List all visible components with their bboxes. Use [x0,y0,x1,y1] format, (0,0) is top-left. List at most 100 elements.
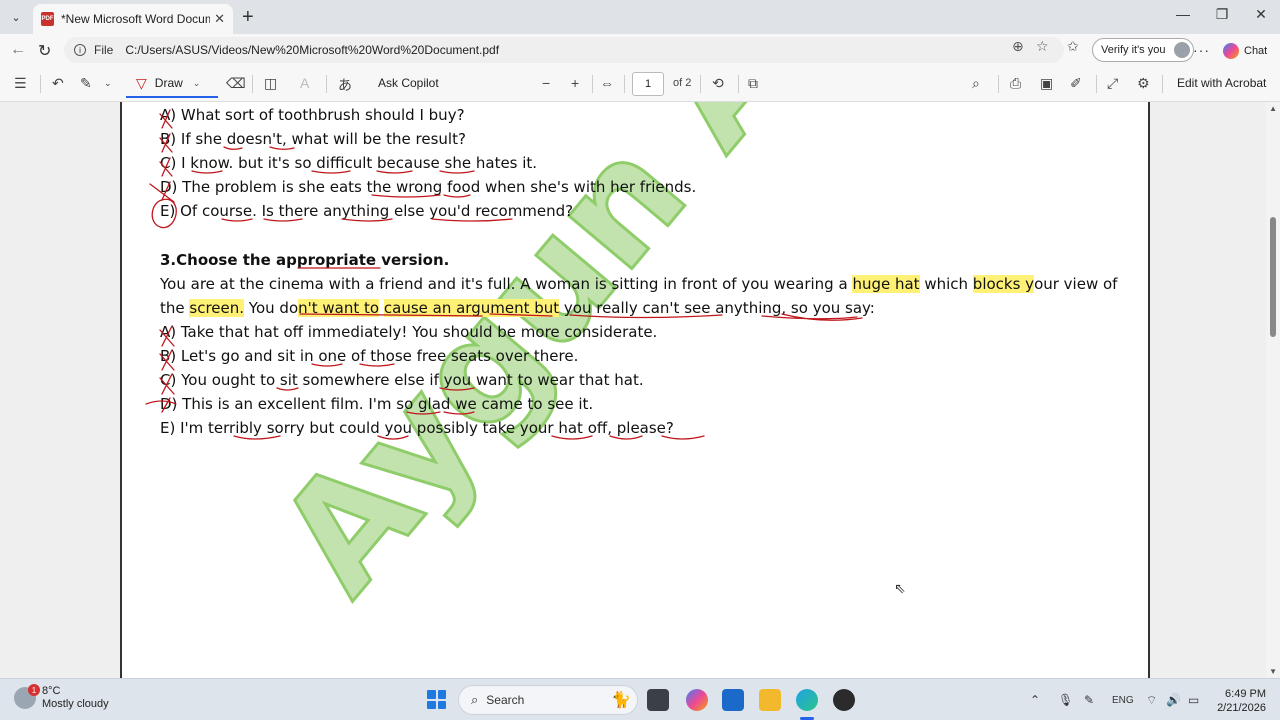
maximize-button[interactable]: ❐ [1207,6,1237,23]
search-label: Search [486,693,525,707]
edge-browser-icon[interactable] [796,689,818,711]
weather-widget[interactable]: 1 8°C Mostly cloudy [14,684,109,711]
pdf-file-icon: PDF [41,12,54,26]
fullscreen-icon[interactable]: ⤢ [1107,75,1118,92]
scroll-up-arrow-icon[interactable]: ▲ [1269,104,1277,113]
profile-avatar [1174,42,1191,58]
verify-label: Verify it's you [1101,44,1166,56]
minimize-button[interactable]: — [1168,6,1198,22]
tab-title: *New Microsoft Word Document.pdf [61,12,211,26]
back-arrow-icon[interactable]: ← [10,41,26,59]
q3-option-a: A) Take that hat off immediately! You sh… [160,323,658,341]
translate-icon[interactable]: あ [338,75,352,95]
address-input[interactable]: i File C:/Users/ASUS/Videos/New%20Micros… [64,37,1064,63]
store-icon[interactable] [722,689,744,711]
obs-icon[interactable] [833,689,855,711]
refresh-icon[interactable]: ↻ [38,41,51,61]
page-view-icon[interactable]: ⧉ [748,75,758,92]
zoom-in-icon[interactable]: + [571,75,579,91]
battery-icon[interactable]: ▭ [1188,693,1199,707]
highlight-icon[interactable]: ✎ [80,75,92,92]
draw-chevron-down-icon[interactable]: ⌄ [193,78,201,89]
q2-option-c: C) I know. but it's so difficult because… [160,154,538,172]
save-icon[interactable]: ▣ [1040,75,1053,92]
clock[interactable]: 6:49 PM 2/21/2026 [1214,687,1266,715]
new-tab-button[interactable]: + [242,7,254,27]
highlight-chevron-down-icon[interactable]: ⌄ [104,78,112,89]
print-icon[interactable]: ⎙ [1010,75,1021,92]
wifi-icon[interactable]: ⌔ [1146,693,1157,708]
favorite-star-icon[interactable]: ☆ [1036,38,1049,55]
taskbar: 1 8°C Mostly cloudy ⌕ Search 🐈 ⌃ 🎙 ✎ ENG… [0,678,1280,720]
draw-label: Draw [154,76,183,90]
highlight: screen. [189,299,245,317]
contents-list-icon[interactable]: ☰ [14,75,27,92]
rotate-icon[interactable]: ⟲ [712,75,724,92]
file-explorer-icon[interactable] [759,689,781,711]
q3-option-c: C) You ought to sit somewhere else if yo… [160,371,644,389]
mouse-cursor-icon: ⇖ [894,580,906,596]
info-icon[interactable]: i [74,44,86,56]
chat-label: Chat [1244,45,1268,57]
eraser-icon[interactable]: ⌫ [226,75,246,92]
add-text-icon[interactable]: ◫ [264,75,277,92]
q3-option-e: E) I'm terribly sorry but could you poss… [160,419,674,437]
address-bar-row: ← ↻ i File C:/Users/ASUS/Videos/New%20Mi… [0,34,1280,66]
edit-with-acrobat-button[interactable]: Edit with Acrobat [1177,76,1266,90]
clock-date: 2/21/2026 [1217,702,1266,714]
tab-active[interactable]: PDF *New Microsoft Word Document.pdf ✕ [33,4,233,34]
favorites-list-icon[interactable]: ✩ [1067,38,1079,55]
page-number-input[interactable]: 1 [632,72,664,96]
zoom-icon[interactable]: ⊕ [1012,38,1024,55]
tab-actions-menu-button[interactable]: ⌄ [6,7,26,27]
windows-start-icon[interactable] [427,690,446,709]
q3-prompt-line-2: the screen. You don't want to cause an a… [160,299,875,317]
url-text[interactable]: C:/Users/ASUS/Videos/New%20Microsoft%20W… [125,43,499,57]
copilot-icon [1223,43,1239,59]
volume-icon[interactable]: 🔊 [1166,693,1181,707]
scroll-down-arrow-icon[interactable]: ▼ [1269,667,1277,676]
fit-page-icon[interactable]: ⇔ [600,75,614,91]
q3-prompt-line-1: You are at the cinema with a friend and … [160,275,1118,293]
file-scheme-label: File [94,43,114,57]
draw-button[interactable]: ▽ Draw ⌄ [126,70,218,98]
close-window-button[interactable]: ✕ [1246,6,1276,23]
q3-option-b: B) Let's go and sit in one of those free… [160,347,579,365]
weather-description: Mostly cloudy [42,698,109,710]
save-as-icon[interactable]: ✐ [1070,75,1082,92]
taskbar-search-input[interactable]: ⌕ Search 🐈 [458,685,638,715]
q3-heading: 3.Choose the appropriate version. [160,251,450,269]
clock-time: 6:49 PM [1225,688,1266,700]
pen-icon[interactable]: ✎ [1084,693,1094,707]
verify-profile-button[interactable]: Verify it's you [1092,38,1195,62]
vertical-scrollbar[interactable]: ▲ ▼ [1266,102,1280,678]
q2-option-d: D) The problem is she eats the wrong foo… [160,178,697,196]
highlight: cause an argument but [383,299,560,317]
pdf-page: Aygun Ahmadova A) What sort of toothbrus… [120,102,1152,678]
scrollbar-thumb[interactable] [1270,217,1276,337]
q2-option-b: B) If she doesn't, what will be the resu… [160,130,466,148]
more-options-button[interactable]: ··· [1193,42,1210,58]
pen-icon: ▽ [136,74,147,91]
undo-icon[interactable]: ↶ [52,75,64,92]
highlight: n't want to [298,299,380,317]
settings-gear-icon[interactable]: ⚙ [1137,75,1150,92]
search-icon: ⌕ [471,692,479,707]
ask-copilot-button[interactable]: Ask Copilot [378,76,439,90]
zoom-out-icon[interactable]: − [542,75,550,91]
notification-badge: 1 [28,684,40,696]
pdf-toolbar: ☰ ↶ ✎ ⌄ ▽ Draw ⌄ ⌫ ◫ A あ Ask Copilot − +… [0,66,1280,102]
search-highlight-icon: 🐈 [611,692,631,709]
read-aloud-icon: A [300,75,310,91]
show-hidden-icons-chevron-icon[interactable]: ⌃ [1030,693,1040,707]
language-indicator[interactable]: ENG [1112,695,1134,706]
copilot-app-icon[interactable] [686,689,708,711]
tab-strip: ⌄ PDF *New Microsoft Word Document.pdf ✕… [0,0,1280,34]
tab-close-button[interactable]: ✕ [214,11,225,27]
q2-option-e: E) Of course. Is there anything else you… [160,202,574,220]
search-icon[interactable]: ⌕ [972,75,980,92]
copilot-chat-button[interactable]: Chat [1223,43,1267,59]
task-view-icon[interactable] [647,689,669,711]
microphone-icon[interactable]: 🎙 [1058,693,1073,707]
page-count-label: of 2 [673,77,692,89]
